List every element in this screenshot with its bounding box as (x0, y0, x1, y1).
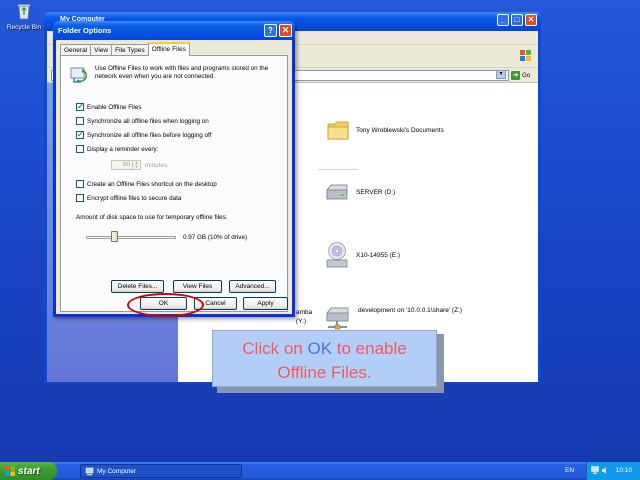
system-tray: 10:10 (586, 462, 640, 480)
samba-line1: amba (296, 309, 313, 316)
ok-button-highlight-ring (127, 293, 204, 317)
folder-icon (327, 121, 349, 140)
advanced-button[interactable]: Advanced... (229, 280, 276, 293)
disk-space-value: 0.97 GB (10% of drive) (183, 234, 248, 241)
network-tray-icon[interactable] (591, 466, 599, 475)
callout-post: to enable (332, 339, 407, 358)
start-button[interactable]: start (0, 462, 57, 480)
documents-folder-item[interactable]: Tony Wroblewski's Documents (326, 119, 444, 141)
item-label: SERVER (D:) (356, 188, 396, 196)
reminder-spinner: 60 ▲ ▼ minutes. (111, 160, 169, 170)
computer-icon (85, 467, 94, 475)
encrypt-option[interactable]: Encrypt offline files to secure data (76, 194, 181, 202)
checkbox[interactable] (76, 117, 84, 125)
offline-files-panel: Use Offline Files to work with files and… (60, 55, 288, 312)
network-drive-icon (326, 307, 349, 330)
intro-section: Use Offline Files to work with files and… (69, 65, 281, 85)
samba-line2: (Y:) (296, 318, 307, 325)
cd-drive-icon (326, 242, 348, 268)
recycle-bin-shortcut[interactable]: Recycle Bin (4, 2, 44, 31)
dialog-close-button[interactable]: ✕ (279, 24, 292, 37)
enable-offline-files-option[interactable]: Enable Offline Files (76, 102, 142, 111)
desktop-shortcut-option[interactable]: Create an Offline Files shortcut on the … (76, 180, 217, 188)
task-label: My Computer (97, 467, 137, 475)
help-button[interactable]: ? (264, 24, 277, 37)
item-label: X10-14955 (E:) (356, 251, 401, 259)
delete-files-button[interactable]: Delete Files... (111, 280, 164, 293)
checkbox-checked[interactable] (76, 130, 84, 139)
windows-logo-icon (520, 50, 531, 61)
offline-files-icon (70, 67, 87, 83)
close-button[interactable]: ✕ (525, 14, 537, 26)
start-label: start (18, 465, 40, 477)
taskbar-my-computer[interactable]: My Computer (80, 464, 242, 478)
slider-track (86, 236, 176, 239)
option-label: Synchronize all offline files when loggi… (87, 117, 209, 125)
go-button[interactable]: ➔ Go (511, 70, 535, 81)
hard-drive-icon (326, 184, 348, 200)
go-arrow-icon: ➔ (511, 71, 520, 80)
callout-highlight: OK (307, 339, 333, 358)
item-label: Tony Wroblewski's Documents (356, 126, 444, 134)
samba-drive-fragment[interactable]: amba (Y:) (296, 308, 312, 326)
intro-text: Use Offline Files to work with files and… (95, 65, 269, 80)
option-label: Display a reminder every: (87, 145, 159, 153)
item-label: development on '10.0.0.1\share' (Z:) (358, 307, 463, 314)
dialog-body: General View File Types Offline Files Us… (56, 40, 292, 314)
sync-logoff-option[interactable]: Synchronize all offline files before log… (76, 130, 212, 139)
maximize-button[interactable]: □ (511, 14, 523, 26)
display-reminder-option[interactable]: Display a reminder every: (76, 145, 158, 153)
address-dropdown[interactable]: ▾ (496, 70, 506, 79)
reminder-value: 60 (122, 161, 130, 168)
desktop: Recycle Bin My Computer _ □ ✕ ▾ ➔ Go Ton… (0, 0, 640, 462)
instruction-callout: Click on OK to enable Offline Files. (212, 330, 437, 387)
callout-pre: Click on (242, 339, 308, 358)
spin-arrows-icon: ▲ ▼ (132, 161, 140, 169)
go-label: Go (522, 72, 531, 79)
checkbox-checked[interactable] (76, 102, 84, 111)
apply-button[interactable]: Apply (243, 297, 288, 310)
server-drive-item[interactable]: SERVER (D:) (324, 181, 395, 203)
disk-space-label: Amount of disk space to use for temporar… (76, 214, 228, 221)
clock: 10:10 (615, 467, 632, 474)
dialog-titlebar[interactable]: Folder Options ? ✕ (53, 21, 295, 40)
folder-options-dialog: Folder Options ? ✕ General View File Typ… (53, 21, 295, 317)
callout-line-2: Offline Files. (277, 363, 372, 382)
recycle-bin-icon (17, 4, 31, 20)
taskbar: start My Computer EN 10:10 (0, 462, 640, 480)
cd-drive-item[interactable]: X10-14955 (E:) (324, 241, 400, 269)
option-label: Enable Offline Files (87, 103, 142, 111)
recycle-bin-label: Recycle Bin (6, 24, 42, 31)
checkbox[interactable] (76, 145, 84, 153)
option-label: Encrypt offline files to secure data (87, 194, 182, 202)
minimize-button[interactable]: _ (497, 14, 509, 26)
window-border (538, 31, 541, 383)
divider (69, 95, 279, 96)
reminder-input: 60 ▲ ▼ (111, 160, 141, 170)
option-label: Synchronize all offline files before log… (87, 131, 212, 139)
section-separator (318, 169, 358, 170)
tab-offline-files[interactable]: Offline Files (147, 42, 190, 56)
volume-tray-icon[interactable] (601, 466, 609, 475)
option-label: Create an Offline Files shortcut on the … (87, 180, 217, 188)
dialog-title: Folder Options (58, 26, 112, 35)
slider-thumb[interactable] (111, 231, 118, 242)
reminder-unit: minutes. (145, 161, 169, 169)
checkbox[interactable] (76, 194, 84, 202)
checkbox[interactable] (76, 180, 84, 188)
network-drive-item[interactable]: development on '10.0.0.1\share' (Z:) (324, 305, 468, 331)
disk-space-slider[interactable] (86, 231, 176, 243)
sync-logon-option[interactable]: Synchronize all offline files when loggi… (76, 117, 209, 125)
view-files-button[interactable]: View Files (173, 280, 222, 293)
callout-line-1: Click on OK to enable (213, 337, 436, 361)
language-indicator[interactable]: EN (565, 467, 574, 474)
windows-flag-icon (5, 466, 15, 476)
